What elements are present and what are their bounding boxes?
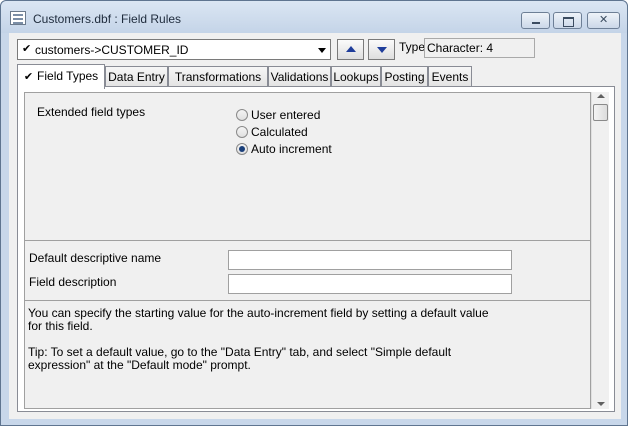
help-tip: Tip: To set a default value, go to the "… <box>28 345 452 372</box>
extended-field-types-label: Extended field types <box>37 105 146 119</box>
tab-data-entry[interactable]: Data Entry <box>105 66 168 87</box>
panel-content: Extended field types User entered Calcul… <box>24 92 591 409</box>
scroll-thumb[interactable] <box>593 104 608 121</box>
type-value: Character: 4 <box>424 38 535 58</box>
minimize-button[interactable] <box>521 12 550 29</box>
tab-posting[interactable]: Posting <box>381 66 428 87</box>
checkmark-icon: ✔ <box>23 71 34 83</box>
checkmark-icon: ✔ <box>22 43 32 55</box>
divider <box>25 300 590 301</box>
descriptive-name-input[interactable] <box>228 250 512 270</box>
field-description-input[interactable] <box>228 274 512 294</box>
scroll-down-icon[interactable] <box>597 402 605 406</box>
tab-events[interactable]: Events <box>428 66 472 87</box>
radio-circle[interactable] <box>236 109 248 121</box>
scroll-up-icon[interactable] <box>597 94 605 98</box>
radio-circle[interactable] <box>236 126 248 138</box>
close-button[interactable] <box>587 12 620 29</box>
field-description-label: Field description <box>29 275 117 289</box>
next-field-button[interactable] <box>368 39 395 60</box>
tab-lookups[interactable]: Lookups <box>331 66 381 87</box>
help-text: You can specify the starting value for t… <box>28 307 498 385</box>
maximize-button[interactable] <box>553 12 582 29</box>
help-paragraph: You can specify the starting value for t… <box>28 306 489 333</box>
chevron-down-icon[interactable] <box>318 48 326 53</box>
extended-field-types-section: Extended field types User entered Calcul… <box>37 105 332 156</box>
table-icon <box>10 11 26 25</box>
window-title: Customers.dbf : Field Rules <box>33 12 182 26</box>
radio-circle-selected[interactable] <box>236 143 248 155</box>
tab-transformations[interactable]: Transformations <box>168 66 268 87</box>
tab-field-types[interactable]: ✔ Field Types <box>17 64 105 89</box>
tab-validations[interactable]: Validations <box>268 66 331 87</box>
field-rules-window: Customers.dbf : Field Rules ✔ customers-… <box>0 0 628 426</box>
field-select-dropdown[interactable]: ✔ customers->CUSTOMER_ID <box>17 39 331 60</box>
previous-field-button[interactable] <box>337 39 364 60</box>
divider <box>25 240 590 241</box>
vertical-scrollbar[interactable] <box>591 92 609 409</box>
client-area: ✔ customers->CUSTOMER_ID Type: Character… <box>9 33 621 419</box>
descriptive-name-label: Default descriptive name <box>29 251 162 265</box>
title-bar[interactable]: Customers.dbf : Field Rules <box>1 1 627 33</box>
field-select-value: customers->CUSTOMER_ID <box>35 43 189 57</box>
field-types-panel: Extended field types User entered Calcul… <box>17 86 615 412</box>
